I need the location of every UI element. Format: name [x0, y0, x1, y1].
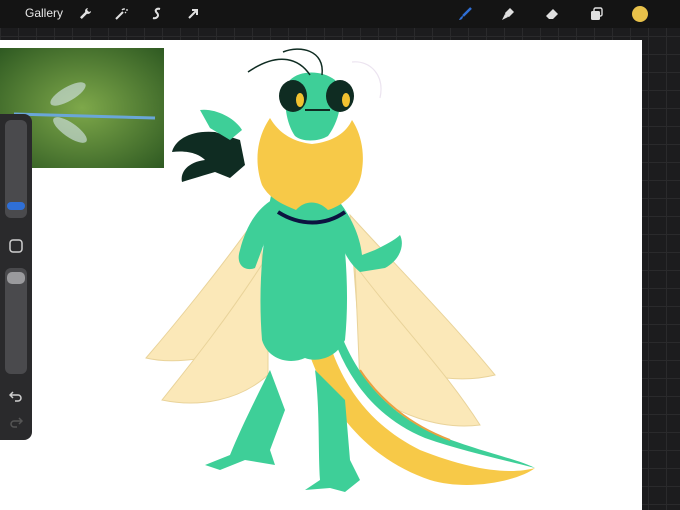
transform-arrow-icon[interactable] [182, 3, 204, 25]
modify-button[interactable] [6, 236, 26, 256]
brush-icon[interactable] [454, 3, 476, 25]
redo-icon[interactable] [6, 412, 26, 432]
color-swatch[interactable] [629, 3, 651, 25]
wrench-icon[interactable] [74, 3, 96, 25]
side-toolbar [0, 114, 32, 440]
smudge-icon[interactable] [497, 3, 519, 25]
layers-icon[interactable] [585, 3, 607, 25]
magic-wand-icon[interactable] [110, 3, 132, 25]
eraser-icon[interactable] [541, 3, 563, 25]
brush-size-slider[interactable] [5, 120, 27, 218]
opacity-slider[interactable] [5, 268, 27, 374]
opacity-knob[interactable] [7, 272, 25, 284]
brush-size-knob[interactable] [7, 202, 25, 210]
top-toolbar: Gallery [0, 0, 680, 28]
selection-icon[interactable] [146, 3, 168, 25]
gallery-button[interactable]: Gallery [25, 6, 63, 20]
undo-icon[interactable] [6, 386, 26, 406]
